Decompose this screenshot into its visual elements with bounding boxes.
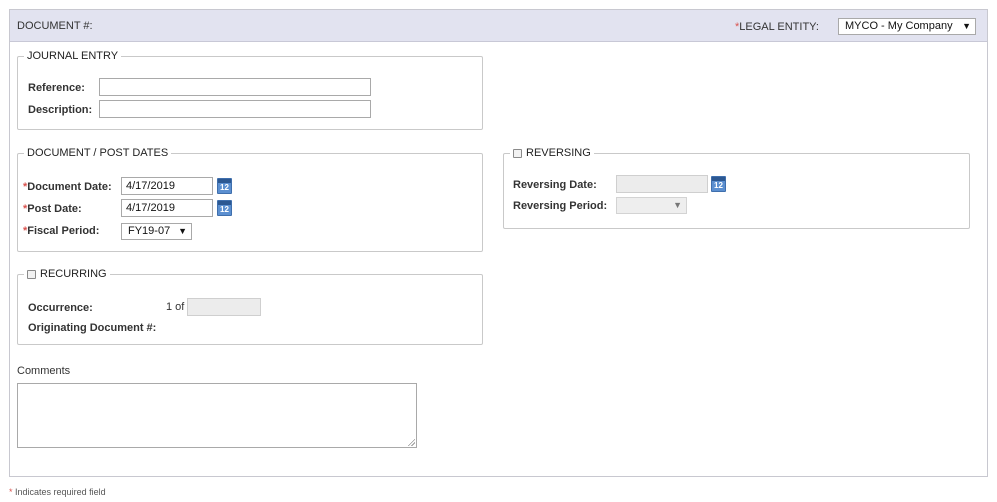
legal-entity-select[interactable]: MYCO - My Company ▼: [838, 18, 976, 35]
recurring-title: RECURRING: [40, 268, 107, 280]
required-field-note: * Indicates required field: [9, 487, 106, 497]
originating-document-label: Originating Document #:: [28, 322, 157, 334]
document-post-dates-title: DOCUMENT / POST DATES: [27, 147, 169, 159]
calendar-icon-day: 12: [220, 183, 229, 192]
fiscal-period-label: *Fiscal Period:: [23, 225, 99, 237]
document-post-dates-fieldset: DOCUMENT / POST DATES *Document Date: 4/…: [17, 147, 483, 252]
description-label: Description:: [28, 104, 93, 116]
resize-grip-icon[interactable]: [407, 438, 415, 446]
document-date-label-text: Document Date:: [27, 181, 112, 193]
legal-entity-label-text: LEGAL ENTITY:: [739, 21, 819, 33]
reversing-checkbox[interactable]: [513, 148, 522, 158]
fiscal-period-select[interactable]: FY19-07 ▼: [121, 223, 192, 240]
calendar-icon[interactable]: 12: [217, 178, 232, 194]
reversing-fieldset: REVERSING Reversing Date: 12 Reversing P…: [503, 147, 970, 229]
required-field-note-text: Indicates required field: [15, 487, 106, 497]
occurrence-label: Occurrence:: [28, 302, 93, 314]
reference-input[interactable]: [99, 78, 371, 96]
journal-entry-legend: JOURNAL ENTRY: [24, 50, 121, 62]
dropdown-arrow-icon: ▼: [673, 200, 682, 210]
journal-entry-fieldset: JOURNAL ENTRY Reference: Description:: [17, 50, 483, 130]
journal-entry-title: JOURNAL ENTRY: [27, 50, 119, 62]
description-input[interactable]: [99, 100, 371, 118]
reference-label: Reference:: [28, 82, 85, 94]
post-date-label-text: Post Date:: [27, 203, 82, 215]
fiscal-period-value: FY19-07: [128, 225, 171, 237]
reversing-date-input[interactable]: [616, 175, 708, 193]
document-post-dates-legend: DOCUMENT / POST DATES: [24, 147, 171, 159]
reversing-title: REVERSING: [526, 147, 591, 159]
post-date-input[interactable]: 4/17/2019: [121, 199, 213, 217]
recurring-fieldset: RECURRING Occurrence: 1 of Originating D…: [17, 268, 483, 345]
calendar-icon-day: 12: [220, 205, 229, 214]
reversing-period-select[interactable]: ▼: [616, 197, 687, 214]
calendar-icon[interactable]: 12: [217, 200, 232, 216]
required-asterisk: *: [9, 487, 13, 497]
dropdown-arrow-icon: ▼: [962, 21, 971, 31]
recurring-legend: RECURRING: [24, 268, 110, 280]
reversing-date-label: Reversing Date:: [513, 179, 597, 191]
legal-entity-label: *LEGAL ENTITY:: [735, 21, 819, 33]
comments-label: Comments: [17, 365, 71, 377]
reversing-period-label: Reversing Period:: [513, 200, 608, 212]
legal-entity-value: MYCO - My Company: [845, 20, 953, 32]
occurrence-prefix: 1 of: [166, 301, 185, 313]
dropdown-arrow-icon: ▼: [178, 226, 187, 236]
recurring-checkbox[interactable]: [27, 269, 36, 279]
post-date-label: *Post Date:: [23, 203, 82, 215]
document-date-label: *Document Date:: [23, 181, 112, 193]
reversing-legend: REVERSING: [510, 147, 594, 159]
calendar-icon[interactable]: 12: [711, 176, 726, 192]
journal-entry-panel: DOCUMENT #: *LEGAL ENTITY: MYCO - My Com…: [9, 9, 988, 477]
comments-textarea[interactable]: [17, 383, 417, 448]
document-number-label: DOCUMENT #:: [17, 20, 93, 32]
fiscal-period-label-text: Fiscal Period:: [27, 225, 100, 237]
calendar-icon-day: 12: [714, 181, 723, 190]
document-date-input[interactable]: 4/17/2019: [121, 177, 213, 195]
panel-header: DOCUMENT #: *LEGAL ENTITY: MYCO - My Com…: [10, 10, 987, 42]
occurrence-input[interactable]: [187, 298, 261, 316]
